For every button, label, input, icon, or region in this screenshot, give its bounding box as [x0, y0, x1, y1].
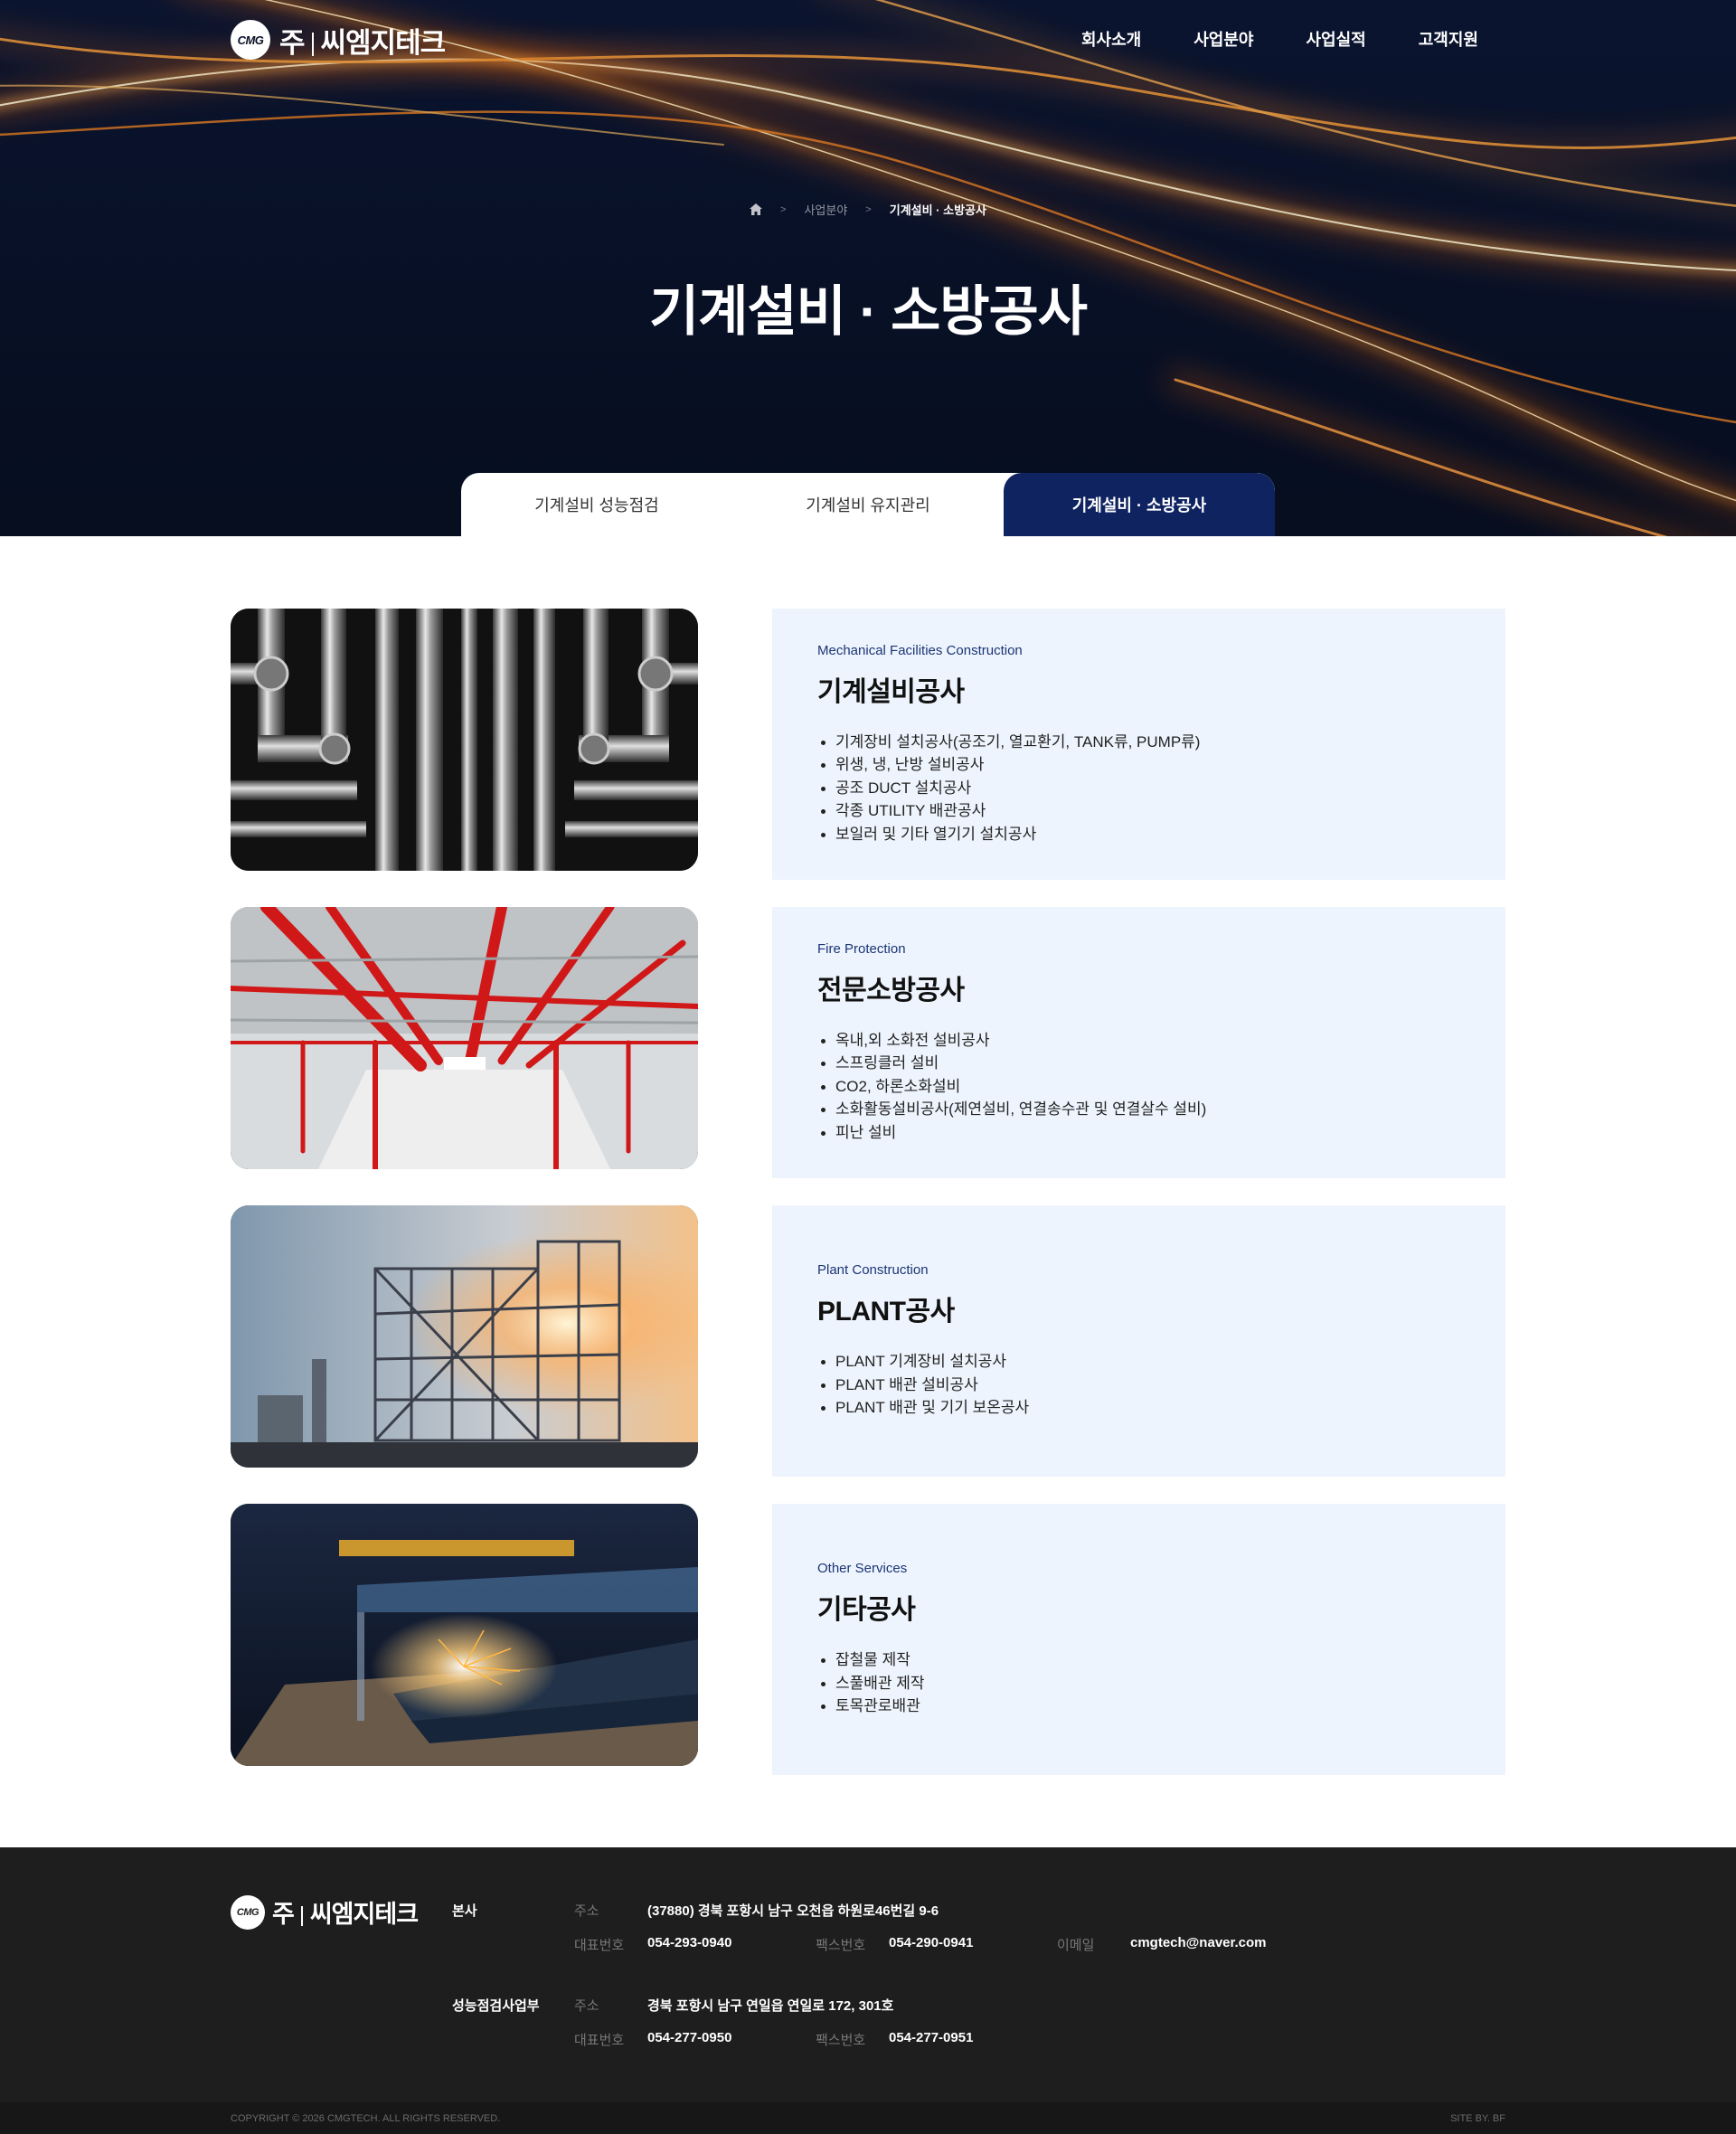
list-item: 피난 설비 [817, 1121, 1460, 1145]
service-card: Other Services 기타공사 잡철물 제작 스풀배관 제작 토목관로배… [772, 1504, 1505, 1775]
service-title: 전문소방공사 [817, 975, 965, 1006]
list-item: PLANT 배관 및 기기 보온공사 [817, 1396, 1460, 1420]
site-header: CMG 주 씨엠지테크 회사소개 사업분야 사업실적 고객지원 [0, 0, 1736, 80]
logo-wordmark: 주 씨엠지테크 [272, 1894, 419, 1930]
service-mechanical: Mechanical Facilities Construction 기계설비공… [231, 609, 1505, 907]
list-item: 공조 DUCT 설치공사 [817, 777, 1460, 800]
breadcrumb: > 사업분야 > 기계설비 · 소방공사 [0, 201, 1736, 218]
logo-wordmark: 주 씨엠지테크 [279, 20, 447, 61]
nav-projects[interactable]: 사업실적 [1307, 27, 1366, 51]
list-item: PLANT 기계장비 설치공사 [817, 1350, 1460, 1374]
logo-corp-text: 주 [272, 1901, 295, 1928]
branch-name: 성능점검사업부 [452, 1998, 540, 2014]
service-other: Other Services 기타공사 잡철물 제작 스풀배관 제작 토목관로배… [231, 1504, 1505, 1802]
logo-mark-text: CMG [237, 33, 264, 47]
service-card: Plant Construction PLANT공사 PLANT 기계장비 설치… [772, 1205, 1505, 1477]
service-subtitle: Fire Protection [817, 940, 906, 957]
service-list: 기계장비 설치공사(공조기, 열교환기, TANK류, PUMP류) 위생, 냉… [817, 731, 1460, 846]
logo-corp-text: 주 [279, 26, 306, 59]
breadcrumb-separator: > [865, 203, 872, 215]
footer-logo[interactable]: CMG 주 씨엠지테크 [231, 1894, 419, 1930]
breadcrumb-business[interactable]: 사업분야 [804, 201, 847, 218]
breadcrumb-separator: > [780, 203, 787, 215]
logo-divider [311, 32, 314, 56]
service-fire-protection: Fire Protection 전문소방공사 옥내,외 소화전 설비공사 스프링… [231, 907, 1505, 1205]
plant-construction-image [231, 1205, 698, 1468]
welding-workshop-image [231, 1504, 698, 1766]
branch-fax: 054-277-0951 [889, 2030, 974, 2045]
list-item: 스풀배관 제작 [817, 1672, 1460, 1695]
service-list: PLANT 기계장비 설치공사 PLANT 배관 설비공사 PLANT 배관 및… [817, 1350, 1460, 1420]
logo-name-text: 씨엠지테크 [309, 1901, 419, 1928]
hq-address-label: 주소 [574, 1903, 599, 1919]
list-item: 보일러 및 기타 열기기 설치공사 [817, 823, 1460, 846]
list-item: 잡철물 제작 [817, 1648, 1460, 1672]
logo-badge: CMG [231, 20, 270, 60]
tab-construction[interactable]: 기계설비 · 소방공사 [1004, 473, 1275, 536]
list-item: 토목관로배관 [817, 1695, 1460, 1718]
hq-email[interactable]: cmgtech@naver.com [1130, 1935, 1267, 1950]
nav-support[interactable]: 고객지원 [1419, 27, 1478, 51]
service-list: 옥내,외 소화전 설비공사 스프링클러 설비 CO2, 하론소화설비 소화활동설… [817, 1029, 1460, 1145]
service-subtitle: Plant Construction [817, 1262, 929, 1279]
list-item: 옥내,외 소화전 설비공사 [817, 1029, 1460, 1053]
service-plant: Plant Construction PLANT공사 PLANT 기계장비 설치… [231, 1205, 1505, 1504]
list-item: 기계장비 설치공사(공조기, 열교환기, TANK류, PUMP류) [817, 731, 1460, 754]
nav-company[interactable]: 회사소개 [1081, 27, 1141, 51]
branch-fax-label: 팩스번호 [816, 2033, 866, 2048]
service-title: 기계설비공사 [817, 676, 965, 707]
home-icon[interactable] [750, 203, 763, 215]
logo-divider [300, 1906, 303, 1926]
tab-maintenance[interactable]: 기계설비 유지관리 [732, 473, 1004, 536]
hq-email-label: 이메일 [1057, 1938, 1095, 1953]
service-subtitle: Other Services [817, 1561, 908, 1577]
branch-phone-label: 대표번호 [574, 2033, 625, 2048]
copyright-text: COPYRIGHT © 2026 CMGTECH. ALL RIGHTS RES… [231, 2113, 501, 2124]
site-by-text[interactable]: SITE BY. BF [1450, 2113, 1505, 2124]
branch-address: 경북 포항시 남구 연일읍 연일로 172, 301호 [647, 1998, 894, 2014]
mechanical-pipes-image [231, 609, 698, 871]
branch-address-label: 주소 [574, 1998, 599, 2014]
fire-sprinkler-pipes-image [231, 907, 698, 1169]
hq-phone[interactable]: 054-293-0940 [647, 1935, 731, 1950]
company-logo[interactable]: CMG 주 씨엠지테크 [231, 20, 447, 61]
sub-tabs: 기계설비 성능점검 기계설비 유지관리 기계설비 · 소방공사 [461, 473, 1275, 536]
branch-phone[interactable]: 054-277-0950 [647, 2030, 731, 2045]
services-section: Mechanical Facilities Construction 기계설비공… [231, 609, 1505, 1802]
tab-performance-check[interactable]: 기계설비 성능점검 [461, 473, 732, 536]
hq-phone-label: 대표번호 [574, 1938, 625, 1953]
logo-name-text: 씨엠지테크 [320, 26, 447, 59]
breadcrumb-current: 기계설비 · 소방공사 [889, 203, 986, 217]
list-item: PLANT 배관 설비공사 [817, 1374, 1460, 1397]
nav-business[interactable]: 사업분야 [1194, 27, 1253, 51]
list-item: CO2, 하론소화설비 [817, 1075, 1460, 1099]
hq-fax: 054-290-0941 [889, 1935, 974, 1950]
hq-fax-label: 팩스번호 [816, 1938, 866, 1953]
service-list: 잡철물 제작 스풀배관 제작 토목관로배관 [817, 1648, 1460, 1718]
site-footer: CMG 주 씨엠지테크 본사 주소 (37880) 경북 포항시 남구 오천읍 하… [0, 1847, 1736, 2134]
list-item: 스프링클러 설비 [817, 1052, 1460, 1075]
main-nav: 회사소개 사업분야 사업실적 고객지원 [1029, 27, 1478, 51]
page-title: 기계설비 · 소방공사 [649, 281, 1088, 342]
logo-mark-text: CMG [236, 1906, 259, 1918]
logo-badge: CMG [231, 1894, 265, 1930]
hq-address: (37880) 경북 포항시 남구 오천읍 하원로46번길 9-6 [647, 1903, 939, 1919]
service-title: PLANT공사 [817, 1297, 955, 1327]
service-title: 기타공사 [817, 1595, 916, 1626]
service-card: Fire Protection 전문소방공사 옥내,외 소화전 설비공사 스프링… [772, 907, 1505, 1178]
list-item: 각종 UTILITY 배관공사 [817, 799, 1460, 823]
list-item: 소화활동설비공사(제연설비, 연결송수관 및 연결살수 설비) [817, 1098, 1460, 1121]
list-item: 위생, 냉, 난방 설비공사 [817, 753, 1460, 777]
service-subtitle: Mechanical Facilities Construction [817, 642, 1023, 658]
hero-banner: CMG 주 씨엠지테크 회사소개 사업분야 사업실적 고객지원 > 사업분야 > … [0, 0, 1736, 536]
copyright-bar: COPYRIGHT © 2026 CMGTECH. ALL RIGHTS RES… [0, 2102, 1736, 2134]
service-card: Mechanical Facilities Construction 기계설비공… [772, 609, 1505, 880]
hq-name: 본사 [452, 1903, 477, 1919]
